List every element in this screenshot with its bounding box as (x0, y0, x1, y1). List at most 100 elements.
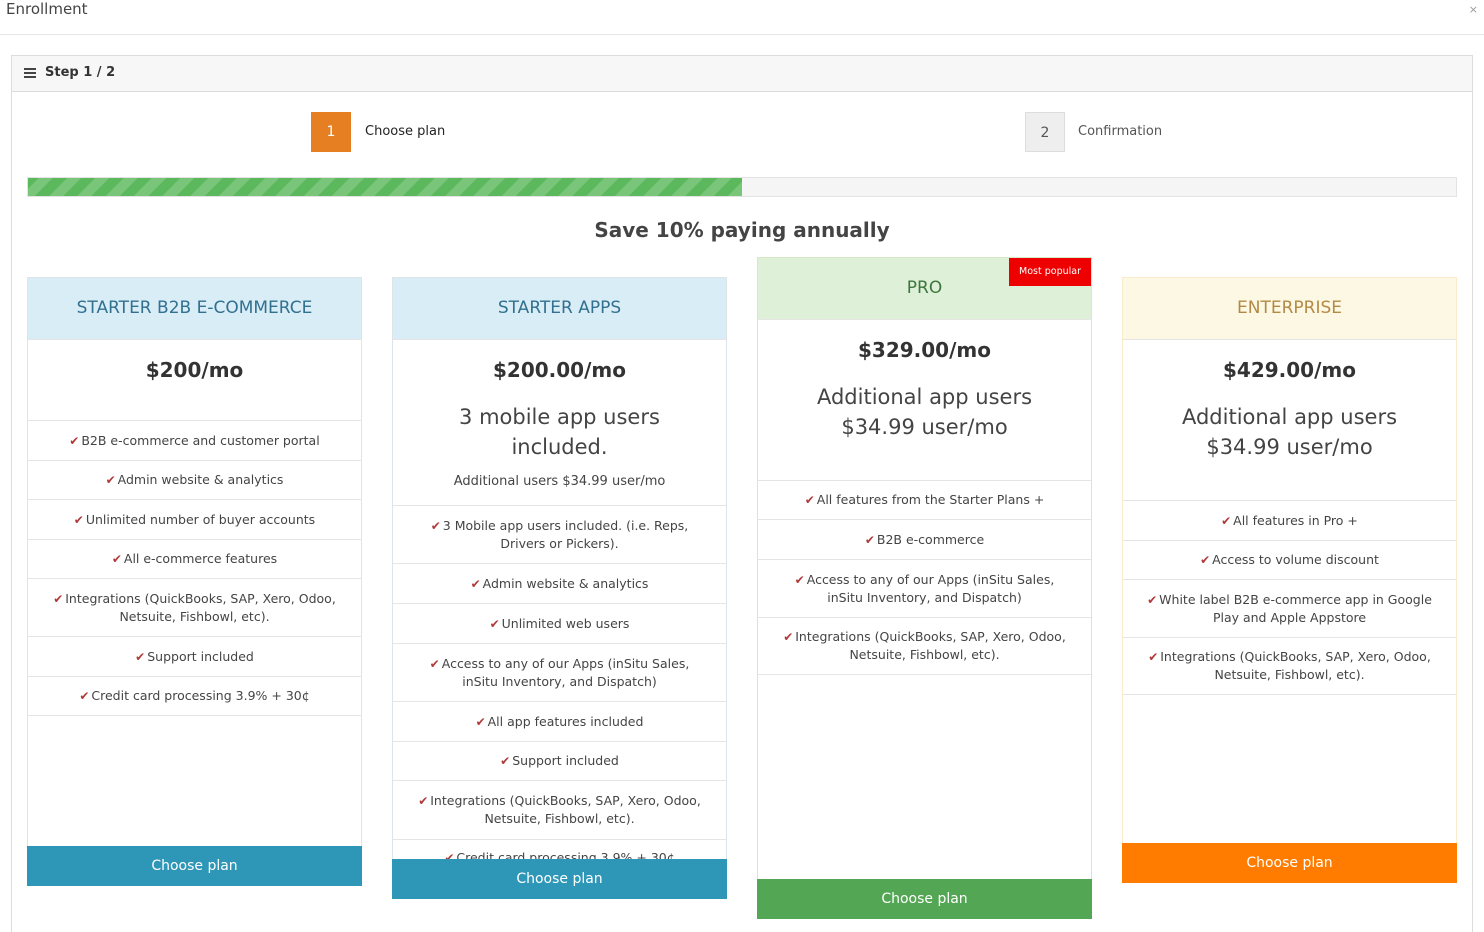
plan-card-enterprise: ENTERPRISE $429.00/mo Additional app use… (1122, 277, 1457, 883)
feature-list: ✔ All features from the Starter Plans + ✔ B… (758, 480, 1091, 675)
check-icon: ✔ (475, 714, 486, 729)
check-icon: ✔ (783, 630, 794, 644)
feature-item: ✔ All features in Pro + (1123, 500, 1456, 540)
choose-plan-button[interactable]: Choose plan (757, 879, 1092, 919)
feature-item: ✔ Unlimited web users (393, 603, 726, 643)
step-2-label[interactable]: Confirmation (1078, 124, 1162, 139)
step-indicator: Step 1 / 2 (45, 65, 116, 80)
feature-item: ✔ All e-commerce features (28, 539, 361, 578)
plan-name: ENTERPRISE (1123, 278, 1456, 340)
check-icon: ✔ (73, 512, 84, 527)
check-icon: ✔ (500, 754, 511, 768)
feature-text: B2B e-commerce and customer portal (81, 432, 320, 448)
menu-icon (24, 68, 36, 78)
feature-item: ✔ Integrations (QuickBooks, SAP, Xero, Od… (28, 578, 361, 636)
window-title: Enrollment (6, 0, 88, 18)
choose-plan-button[interactable]: Choose plan (1122, 843, 1457, 883)
feature-list: ✔ 3 Mobile app users included. (i.e. Reps… (393, 505, 726, 877)
feature-text: Access to volume discount (1212, 552, 1379, 567)
feature-item: ✔ All features from the Starter Plans + (758, 480, 1091, 519)
wizard-progress-bar (27, 177, 1457, 197)
feature-item: ✔ Access to any of our Apps (inSitu Sales… (758, 559, 1091, 617)
plan-price: $200.00/mo (493, 358, 626, 382)
feature-item: ✔ Integrations (QuickBooks, SAP, Xero, Od… (1123, 637, 1456, 695)
feature-text: Unlimited number of buyer accounts (85, 511, 316, 527)
feature-item: ✔ Access to any of our Apps (inSitu Sales… (393, 643, 726, 701)
feature-text: Integrations (QuickBooks, SAP, Xero, Odo… (1160, 649, 1431, 682)
plan-subtitle: Additional app users $34.99 user/mo (1181, 405, 1398, 459)
check-icon: ✔ (418, 794, 429, 808)
check-icon: ✔ (794, 572, 805, 587)
plan-card-starter-b2b: STARTER B2B E-COMMERCE $200/mo ✔ B2B e-co… (27, 277, 362, 886)
feature-item: ✔ Support included (393, 741, 726, 780)
feature-text: Admin website & analytics (482, 575, 649, 591)
feature-text: Integrations (QuickBooks, SAP, Xero, Odo… (65, 590, 336, 624)
check-icon: ✔ (111, 552, 122, 566)
feature-item: ✔ Admin website & analytics (28, 460, 361, 499)
close-icon[interactable]: × (1469, 3, 1478, 16)
annual-savings-headline: Save 10% paying annually (594, 218, 890, 242)
feature-item: ✔ White label B2B e-commerce app in Googl… (1123, 579, 1456, 637)
feature-item: ✔ All app features included (393, 701, 726, 741)
feature-item: ✔ B2B e-commerce (758, 519, 1091, 559)
window-titlebar: Enrollment × (0, 0, 1484, 35)
check-icon: ✔ (79, 689, 90, 703)
check-icon: ✔ (69, 433, 80, 448)
step-2-number[interactable]: 2 (1025, 112, 1065, 152)
plan-subtitle: 3 mobile app users included. (459, 405, 660, 459)
feature-text: Access to any of our Apps (inSitu Sales,… (806, 571, 1055, 605)
plan-name-text: PRO (906, 278, 943, 298)
check-icon: ✔ (470, 576, 481, 591)
plan-subtitle: Additional app users $34.99 user/mo (816, 385, 1033, 439)
feature-item: ✔ Integrations (QuickBooks, SAP, Xero, Od… (758, 617, 1091, 675)
check-icon: ✔ (489, 616, 500, 631)
choose-plan-button[interactable]: Choose plan (392, 859, 727, 899)
feature-text: Access to any of our Apps (inSitu Sales,… (441, 655, 690, 689)
step-1-number[interactable]: 1 (311, 112, 351, 152)
check-icon: ✔ (105, 473, 116, 487)
step-1-label[interactable]: Choose plan (365, 124, 445, 139)
feature-list: ✔ B2B e-commerce and customer portal ✔ Admi… (28, 420, 361, 716)
feature-text: Integrations (QuickBooks, SAP, Xero, Odo… (430, 793, 701, 826)
check-icon: ✔ (1147, 592, 1158, 607)
check-icon: ✔ (1221, 513, 1232, 528)
feature-text: Credit card processing 3.9% + 30¢ (91, 688, 310, 703)
feature-item: ✔ Credit card processing 3.9% + 30¢ (28, 676, 361, 716)
feature-text: Integrations (QuickBooks, SAP, Xero, Odo… (795, 629, 1066, 662)
plan-name: STARTER B2B E-COMMERCE (28, 278, 361, 340)
check-icon: ✔ (135, 649, 146, 664)
feature-item: ✔ Integrations (QuickBooks, SAP, Xero, Od… (393, 780, 726, 839)
check-icon: ✔ (53, 591, 64, 606)
plan-price: $429.00/mo (1223, 358, 1356, 382)
feature-text: Unlimited web users (501, 615, 630, 631)
plan-price: $200/mo (145, 358, 244, 382)
feature-text: White label B2B e-commerce app in Google… (1159, 591, 1432, 625)
feature-list: ✔ All features in Pro + ✔ Access to volume … (1123, 500, 1456, 695)
feature-text: All e-commerce features (123, 551, 278, 566)
feature-item: ✔ Unlimited number of buyer accounts (28, 499, 361, 539)
most-popular-badge: Most popular (1009, 258, 1091, 286)
feature-item: ✔ Access to volume discount (1123, 540, 1456, 579)
check-icon: ✔ (1200, 553, 1211, 567)
feature-item: ✔ B2B e-commerce and customer portal (28, 420, 361, 460)
feature-item: ✔ 3 Mobile app users included. (i.e. Reps… (393, 505, 726, 563)
feature-text: 3 Mobile app users included. (i.e. Reps,… (442, 517, 689, 551)
plan-card-pro: PRO Most popular $329.00/mo Additional a… (757, 257, 1092, 919)
feature-item: ✔ Support included (28, 636, 361, 676)
feature-text: All features in Pro + (1233, 512, 1358, 528)
check-icon: ✔ (864, 532, 875, 547)
choose-plan-button[interactable]: Choose plan (27, 846, 362, 886)
feature-text: Admin website & analytics (117, 472, 284, 487)
panel-header: Step 1 / 2 (12, 56, 1472, 92)
feature-text: Support included (147, 648, 254, 664)
feature-item: ✔ Admin website & analytics (393, 563, 726, 603)
check-icon: ✔ (1148, 650, 1159, 664)
feature-text: All features from the Starter Plans + (816, 492, 1045, 507)
plan-note: Additional users $34.99 user/mo (453, 474, 666, 489)
check-icon: ✔ (804, 493, 815, 507)
plan-name: STARTER APPS (393, 278, 726, 340)
feature-text: All app features included (487, 713, 644, 729)
feature-text: Support included (512, 753, 619, 768)
check-icon: ✔ (430, 518, 441, 533)
plan-card-starter-apps: STARTER APPS $200.00/mo 3 mobile app use… (392, 277, 727, 899)
